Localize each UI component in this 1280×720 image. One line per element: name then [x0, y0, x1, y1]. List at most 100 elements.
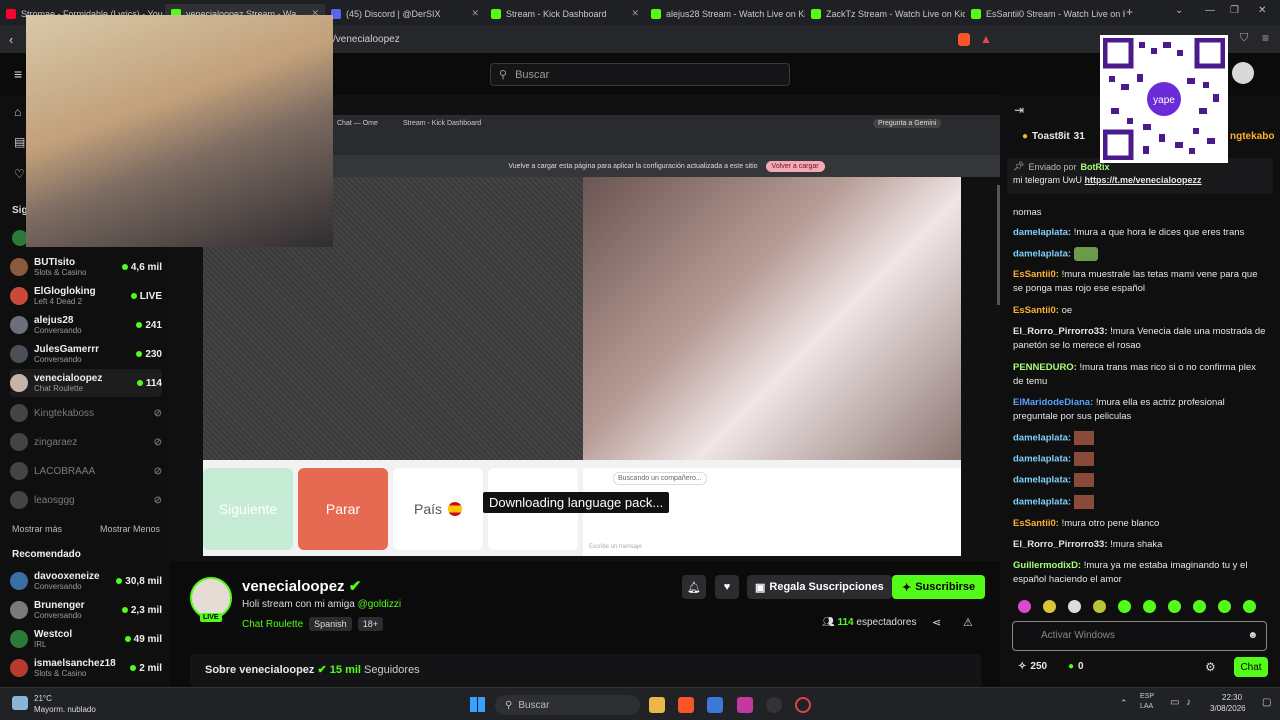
search-input[interactable]: ⚲ Buscar [490, 63, 790, 86]
close-icon[interactable]: ✕ [631, 8, 639, 19]
avatar [10, 433, 28, 451]
browser-tab-4[interactable]: alejus28 Stream - Watch Live on Kic✕ [645, 4, 805, 23]
telegram-link[interactable]: https://t.me/venecialoopezz [1085, 175, 1202, 185]
send-chat-button[interactable]: Chat [1234, 657, 1268, 677]
mention-link[interactable]: @goldizzi [358, 599, 402, 610]
report-icon[interactable]: ⚠ [963, 616, 973, 629]
browser-tab-5[interactable]: ZackTz Stream - Watch Live on Kick✕ [805, 4, 965, 23]
chat-message: El_Rorro_Pirrorro33: !mura shaka [1013, 539, 1163, 550]
avatar [10, 659, 28, 677]
browser-tab-2[interactable]: (45) Discord | @DerSIX ✕ [325, 4, 485, 23]
browse-icon[interactable]: ▤ [14, 135, 25, 149]
outlook-icon[interactable] [707, 697, 723, 713]
inner-reload-banner: Vuelve a cargar esta página para aplicar… [333, 155, 1000, 177]
live-dot-icon [130, 293, 137, 299]
back-icon[interactable]: ‹ [9, 32, 13, 47]
sidebar-recommended[interactable]: Brunenger Conversando 2,3 mil [10, 596, 162, 624]
sidebar-channel[interactable]: alejus28 Conversando 241 [10, 311, 162, 339]
hamburger-icon[interactable]: ≡ [14, 66, 22, 82]
gear-icon[interactable]: ⚙ [1205, 660, 1216, 674]
minimize-icon[interactable]: — [1205, 5, 1215, 16]
emote-icon[interactable] [1218, 600, 1231, 613]
emote-icon[interactable] [1068, 600, 1081, 613]
close-icon[interactable]: ✕ [471, 8, 479, 19]
user-avatar[interactable] [1232, 62, 1254, 84]
file-explorer-icon[interactable] [649, 697, 665, 713]
windows-start-icon[interactable] [470, 697, 485, 712]
pepe-emote-icon [1073, 247, 1098, 261]
search-icon: ⚲ [499, 69, 508, 81]
emote-icon[interactable] [1193, 600, 1206, 613]
brave-shield-icon[interactable] [958, 33, 970, 46]
url-field[interactable]: /venecialoopez [333, 34, 400, 45]
users-icon: 👥︎ [822, 617, 835, 628]
tag[interactable]: Spanish [309, 617, 352, 631]
tag[interactable]: 18+ [357, 617, 383, 631]
emoji-icon[interactable]: ☻ [1247, 630, 1258, 641]
subscribe-button[interactable]: ✦ Suscribirse [892, 575, 986, 599]
kicks-display[interactable]: ● 0 [1068, 661, 1084, 672]
following-icon[interactable]: ♡ [14, 167, 25, 181]
qr-graphic: yape [1102, 37, 1226, 161]
new-tab-icon[interactable]: + [1126, 5, 1133, 19]
avatar [10, 462, 28, 480]
app-icon[interactable] [737, 697, 753, 713]
opera-icon[interactable] [795, 697, 811, 713]
category-link[interactable]: Chat Roulette [242, 619, 303, 630]
show-less-link[interactable]: Mostrar Menos [100, 524, 160, 534]
emote-icon[interactable] [1118, 600, 1131, 613]
about-section: Sobre venecialoopez ✔ 15 mil Seguidores [190, 654, 981, 687]
bell-icon[interactable]: 🔔︎ [682, 575, 706, 599]
gift-subs-button[interactable]: ▣ Regala Suscripciones [747, 575, 892, 599]
emote-icon[interactable] [1093, 600, 1106, 613]
taskbar-search[interactable]: ⚲ Buscar [495, 695, 640, 715]
channel-name[interactable]: venecialoopez [242, 578, 345, 595]
sidebar-channel[interactable]: JulesGamerrr Conversando 230 [10, 340, 162, 368]
share-icon[interactable]: ⋖ [932, 616, 941, 629]
avatar [10, 491, 28, 509]
collapse-chat-icon[interactable]: ⇥ [1014, 103, 1024, 117]
sidebar-channel[interactable]: BUTIsito Slots & Casino 4,6 mil [10, 253, 162, 281]
sidebar-recommended[interactable]: davooxeneize Conversando 30,8 mil [10, 567, 162, 595]
menu-icon[interactable]: ≡ [1262, 31, 1269, 45]
points-display[interactable]: ✧ 250 [1018, 661, 1047, 672]
streamer-webcam [26, 15, 333, 247]
browser-tab-6[interactable]: EsSantii0 Stream - Watch Live on Kic✕ [965, 4, 1125, 23]
sidebar-channel-offline[interactable]: LACOBRAAA ⊘ [10, 457, 162, 485]
avatar [10, 316, 28, 334]
emote-icon[interactable] [1243, 600, 1256, 613]
volume-icon[interactable]: ♪ [1186, 697, 1191, 708]
sidebar-channel-offline[interactable]: leaosggg ⊘ [10, 486, 162, 514]
warning-icon[interactable]: ▲ [980, 32, 992, 46]
emote-icon[interactable] [1168, 600, 1181, 613]
sidebar-recommended[interactable]: Westcol IRL 49 mil [10, 625, 162, 653]
sidebar-channel-offline[interactable]: zingaraez ⊘ [10, 428, 162, 456]
emote-icon[interactable] [1043, 600, 1056, 613]
emote-icon[interactable] [1018, 600, 1031, 613]
sidebar-channel[interactable]: ElGlogloking Left 4 Dead 2 LIVE [10, 282, 162, 310]
live-dot-icon [116, 578, 123, 584]
sidebar-channel-offline[interactable]: Kingtekaboss ⊘ [10, 399, 162, 427]
obs-icon[interactable] [766, 697, 782, 713]
image-emote-icon [1073, 495, 1094, 509]
brave-icon[interactable] [678, 697, 694, 713]
browser-tab-3[interactable]: Stream - Kick Dashboard ✕ [485, 4, 645, 23]
home-icon[interactable]: ⌂ [14, 105, 21, 119]
maximize-icon[interactable]: ❐ [1230, 5, 1239, 16]
chevron-down-icon[interactable]: ⌄ [1175, 5, 1183, 16]
close-window-icon[interactable]: ✕ [1258, 5, 1266, 16]
heart-icon[interactable]: ♥ [715, 575, 739, 599]
emote-icon[interactable] [1143, 600, 1156, 613]
sidebar-recommended[interactable]: ismaelsanchez18 Slots & Casino 2 mil [10, 654, 162, 682]
chat-input[interactable]: Activar Windows ☻ [1012, 621, 1267, 651]
notification-icon[interactable]: ▢ [1262, 697, 1271, 708]
gift-icon: ▣ [755, 581, 766, 594]
shield-icon[interactable]: ⛉ [1240, 32, 1248, 45]
live-dot-icon [136, 380, 143, 386]
tray-chevron-icon[interactable]: ⌃ [1120, 698, 1128, 709]
network-icon[interactable]: ▭ [1170, 697, 1179, 708]
sidebar-channel-active[interactable]: venecialoopez Chat Roulette 114 [10, 369, 162, 397]
show-more-link[interactable]: Mostrar más [12, 524, 62, 534]
chat-message: dameIaplata: [1013, 495, 1268, 510]
chat-message: El_Rorro_Pirrorro33: !mura Venecia dale … [1013, 326, 1266, 351]
